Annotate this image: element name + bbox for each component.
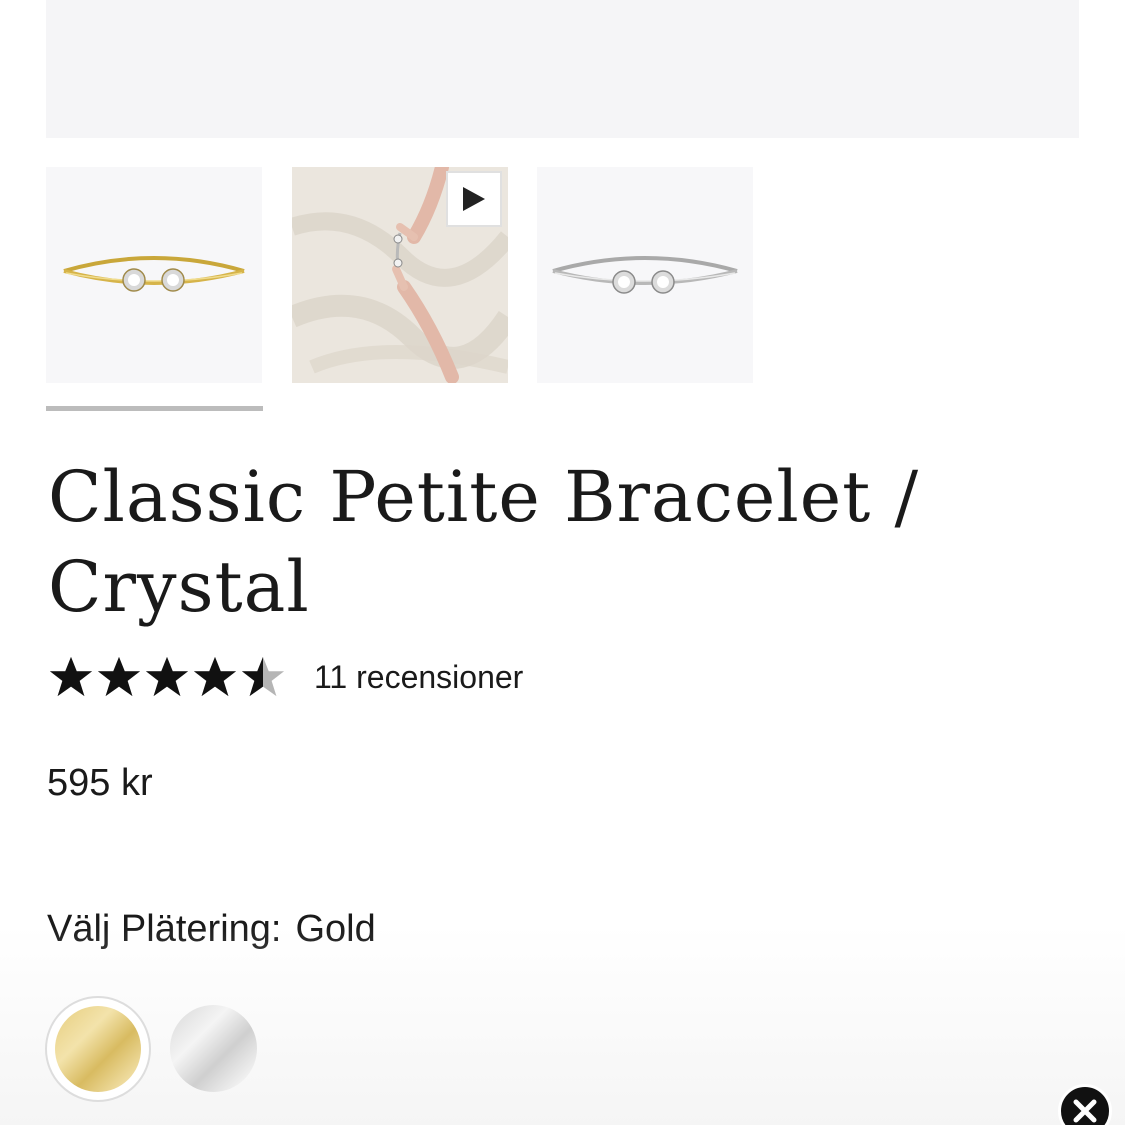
silver-bracelet-image	[552, 256, 738, 294]
play-button[interactable]	[446, 171, 502, 227]
thumbnail-silver-bracelet[interactable]	[537, 167, 753, 383]
swatch-silver[interactable]	[170, 1005, 257, 1092]
plating-label: Välj Plätering:	[47, 908, 282, 950]
gold-bracelet-image	[63, 256, 245, 292]
product-price: 595 kr	[47, 762, 153, 804]
active-thumbnail-indicator	[46, 406, 263, 411]
close-button[interactable]	[1058, 1084, 1112, 1125]
product-title-line-2: Crystal	[48, 546, 310, 628]
star-icon	[193, 656, 237, 697]
star-icon	[49, 656, 93, 697]
product-title-line-1: Classic Petite Bracelet /	[48, 456, 920, 538]
thumbnail-gold-bracelet[interactable]	[46, 167, 262, 383]
play-icon	[463, 187, 485, 211]
star-icon	[97, 656, 141, 697]
plating-selector-label: Välj Plätering: Gold	[47, 908, 376, 951]
close-icon	[1073, 1099, 1097, 1123]
swatch-gold-selected-ring[interactable]	[45, 996, 151, 1102]
review-count-link[interactable]: 11 recensioner	[314, 659, 523, 696]
plating-selected-value: Gold	[295, 908, 376, 950]
star-icon	[145, 656, 189, 697]
thumbnail-video[interactable]	[292, 167, 508, 383]
rating-stars	[48, 654, 286, 700]
main-product-image[interactable]	[46, 0, 1079, 138]
product-page: Classic Petite Bracelet / Crystal 11 rece…	[0, 0, 1125, 1125]
star-icon	[241, 656, 285, 697]
product-title: Classic Petite Bracelet / Crystal	[48, 452, 1028, 632]
swatch-gold[interactable]	[55, 1006, 141, 1092]
product-rating[interactable]: 11 recensioner	[48, 652, 523, 702]
bottom-fade-overlay	[0, 925, 1125, 1125]
